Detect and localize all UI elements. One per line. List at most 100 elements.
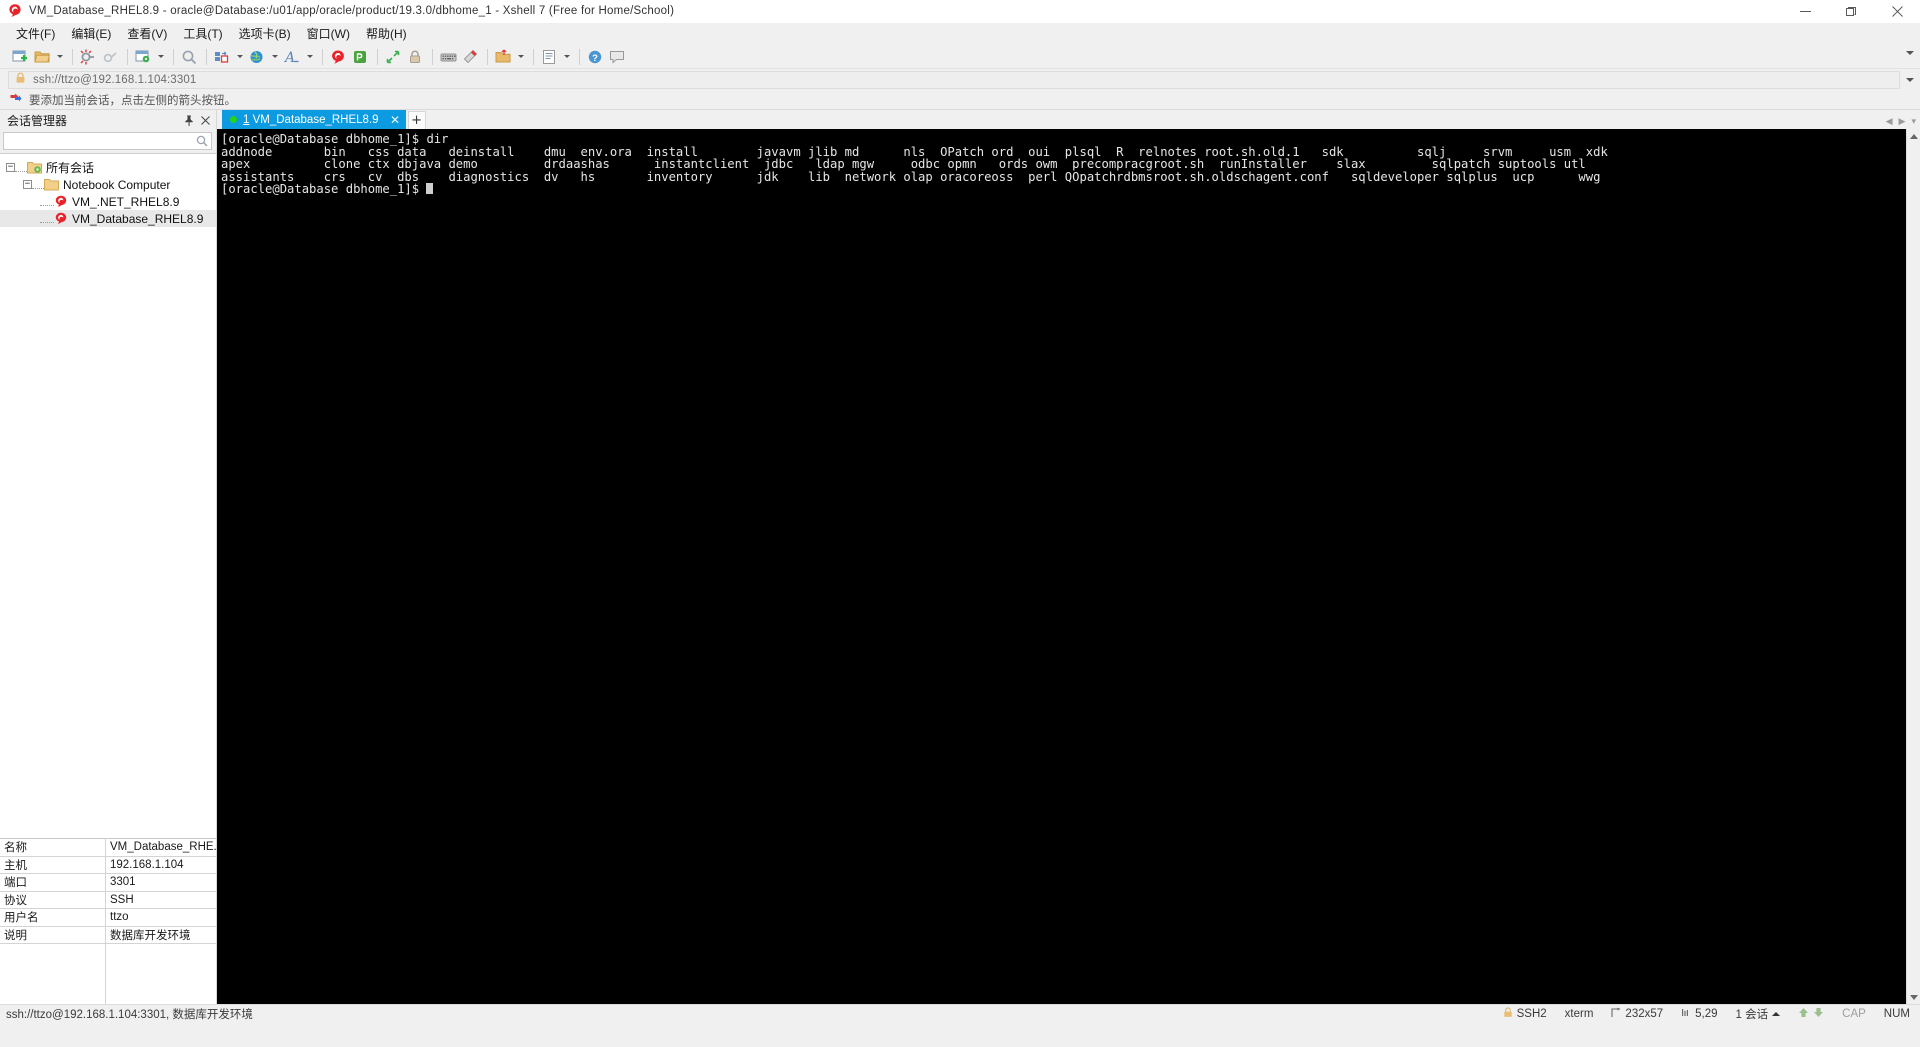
property-key: 协议 <box>0 891 106 908</box>
session-manager-panel: 会话管理器 − 所有会话 − Notebook Computer VM_.NET… <box>0 110 217 1004</box>
globe-dropdown[interactable] <box>269 46 280 67</box>
status-num: NUM <box>1883 1008 1910 1020</box>
close-button[interactable] <box>1874 0 1920 23</box>
reconnect-icon[interactable] <box>100 46 121 67</box>
layout-icon[interactable] <box>212 46 233 67</box>
find-icon[interactable] <box>179 46 200 67</box>
terminal-output[interactable]: [oracle@Database dbhome_1]$ dir addnode b… <box>217 129 1906 1004</box>
session-search-row[interactable] <box>3 132 212 150</box>
chevron-up-icon[interactable] <box>1772 1012 1780 1016</box>
address-bar-overflow-button[interactable] <box>1906 78 1914 82</box>
tree-item-vm-database[interactable]: VM_Database_RHEL8.9 <box>0 210 216 227</box>
address-bar: ssh://ttzo@192.168.1.104:3301 <box>0 69 1920 91</box>
terminal-cursor <box>426 183 434 195</box>
globe-icon[interactable] <box>247 46 268 67</box>
open-session-icon[interactable] <box>32 46 53 67</box>
scrollbar-track[interactable] <box>1906 143 1920 990</box>
tab-status-icon <box>230 116 237 123</box>
tab-prev-icon[interactable]: ◀ <box>1886 117 1893 126</box>
lock-icon[interactable] <box>405 46 426 67</box>
separator <box>206 48 207 65</box>
status-security: SSH2 <box>1503 1007 1547 1021</box>
tree-item-notebook-computer[interactable]: − Notebook Computer <box>0 176 216 193</box>
xftp-icon[interactable] <box>350 46 371 67</box>
status-security-label: SSH2 <box>1516 1008 1547 1020</box>
tree-item-vm-net[interactable]: VM_.NET_RHEL8.9 <box>0 193 216 210</box>
status-sessions[interactable]: 1 会话 <box>1736 1006 1781 1022</box>
xshell-icon[interactable] <box>328 46 349 67</box>
log-dropdown[interactable] <box>561 46 572 67</box>
menu-edit[interactable]: 编辑(E) <box>63 22 119 46</box>
tab-vm-database[interactable]: 1 VM_Database_RHEL8.9 ✕ <box>222 110 406 129</box>
arrow-up-icon <box>1798 1007 1809 1021</box>
separator <box>432 48 433 65</box>
session-search-input[interactable] <box>4 134 196 148</box>
status-cap: CAP <box>1842 1008 1866 1020</box>
cursor-icon <box>1681 1007 1691 1021</box>
status-terminal-type: xterm <box>1564 1008 1594 1020</box>
fullscreen-icon[interactable] <box>383 46 404 67</box>
session-properties-icon[interactable] <box>133 46 154 67</box>
table-row: 端口 3301 <box>0 874 216 892</box>
table-row: 主机 192.168.1.104 <box>0 856 216 874</box>
separator <box>322 48 323 65</box>
property-key: 用户名 <box>0 909 106 926</box>
session-tree[interactable]: − 所有会话 − Notebook Computer VM_.NET_RHEL8… <box>0 153 216 838</box>
minimize-button[interactable] <box>1782 0 1828 23</box>
scroll-down-icon[interactable] <box>1907 990 1920 1004</box>
svg-text:A: A <box>284 50 295 65</box>
help-icon[interactable]: ? <box>585 46 606 67</box>
tab-menu-icon[interactable]: ▾ <box>1911 117 1916 126</box>
log-icon[interactable] <box>539 46 560 67</box>
table-row: 协议 SSH <box>0 891 216 909</box>
tree-connector <box>40 197 54 206</box>
close-panel-button[interactable] <box>198 113 212 127</box>
open-session-dropdown[interactable] <box>54 46 65 67</box>
font-dropdown[interactable] <box>304 46 315 67</box>
add-session-icon[interactable] <box>10 91 22 109</box>
tab-close-icon[interactable]: ✕ <box>389 113 402 127</box>
disconnect-icon[interactable] <box>78 46 99 67</box>
property-key: 端口 <box>0 874 106 891</box>
tree-item-all-sessions[interactable]: − 所有会话 <box>0 159 216 176</box>
font-icon[interactable]: A <box>282 46 303 67</box>
comment-icon[interactable] <box>607 46 628 67</box>
transfer-dropdown[interactable] <box>515 46 526 67</box>
pin-button[interactable] <box>182 113 196 127</box>
tree-connector <box>32 180 44 189</box>
address-input[interactable]: ssh://ttzo@192.168.1.104:3301 <box>8 71 1900 89</box>
scroll-up-icon[interactable] <box>1907 129 1920 143</box>
menu-tools[interactable]: 工具(T) <box>175 22 230 46</box>
menu-bar: 文件(F) 编辑(E) 查看(V) 工具(T) 选项卡(B) 窗口(W) 帮助(… <box>0 23 1920 45</box>
title-bar: VM_Database_RHEL8.9 - oracle@Database:/u… <box>0 0 1920 23</box>
keyboard-icon[interactable] <box>438 46 459 67</box>
separator <box>173 48 174 65</box>
separator <box>579 48 580 65</box>
transfer-icon[interactable] <box>493 46 514 67</box>
new-session-icon[interactable] <box>10 46 31 67</box>
status-size: 232x57 <box>1611 1007 1663 1021</box>
status-connection: ssh://ttzo@192.168.1.104:3301, 数据库开发环境 <box>6 1009 253 1021</box>
menu-window[interactable]: 窗口(W) <box>299 22 358 46</box>
property-value: SSH <box>110 893 134 906</box>
terminal-area: 1 VM_Database_RHEL8.9 ✕ + ◀ ▶ ▾ [oracle@… <box>217 110 1920 1004</box>
property-value: 数据库开发环境 <box>110 929 191 942</box>
main-body: 会话管理器 − 所有会话 − Notebook Computer VM_.NET… <box>0 110 1920 1004</box>
highlight-icon[interactable] <box>460 46 481 67</box>
menu-view[interactable]: 查看(V) <box>119 22 175 46</box>
search-icon[interactable] <box>196 135 208 147</box>
layout-dropdown[interactable] <box>234 46 245 67</box>
terminal-scrollbar[interactable] <box>1906 129 1920 1004</box>
toolbar-overflow-button[interactable] <box>1906 51 1914 55</box>
tab-strip-controls: ◀ ▶ ▾ <box>1886 117 1916 126</box>
new-tab-button[interactable]: + <box>407 111 426 129</box>
expander-icon[interactable]: − <box>6 163 15 172</box>
maximize-button[interactable] <box>1828 0 1874 23</box>
expander-icon[interactable]: − <box>23 180 32 189</box>
tab-next-icon[interactable]: ▶ <box>1899 117 1906 126</box>
menu-file[interactable]: 文件(F) <box>8 22 63 46</box>
session-properties-dropdown[interactable] <box>155 46 166 67</box>
menu-tabs[interactable]: 选项卡(B) <box>231 22 299 46</box>
separator <box>127 48 128 65</box>
menu-help[interactable]: 帮助(H) <box>358 22 415 46</box>
